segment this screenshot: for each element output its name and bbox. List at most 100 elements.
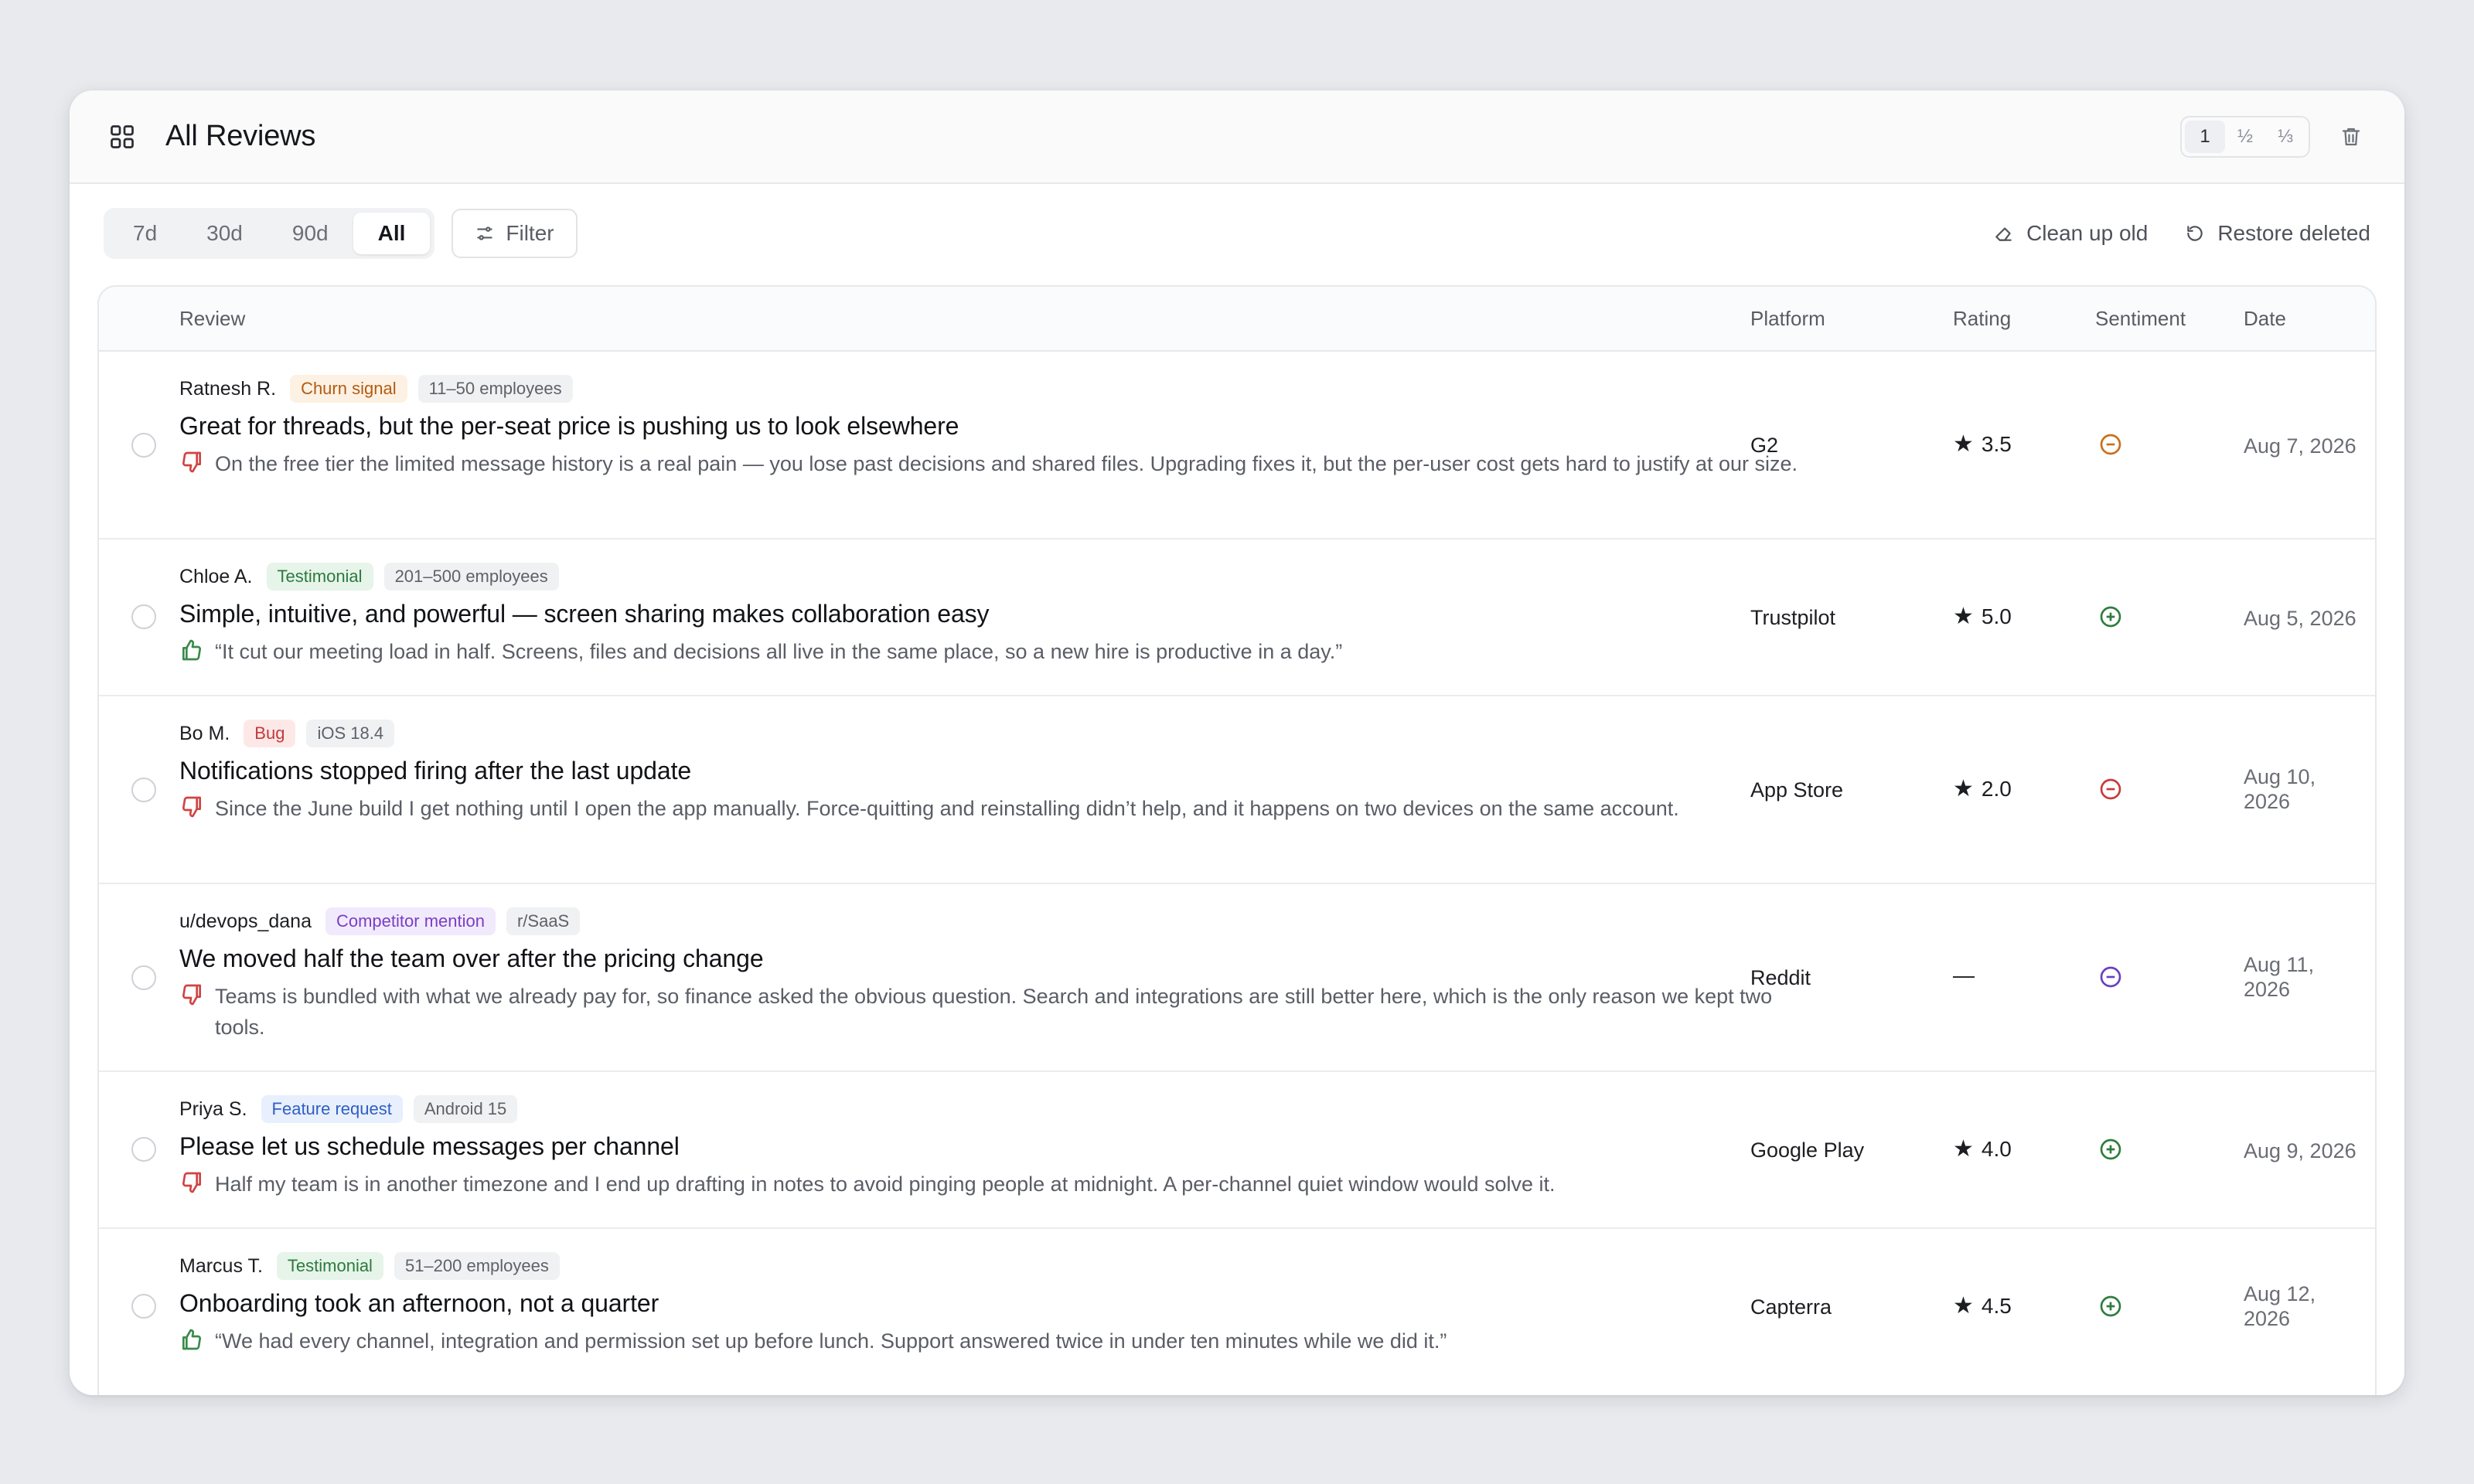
date-cell: Aug 7, 2026	[2244, 434, 2356, 458]
eraser-icon	[1995, 227, 2012, 241]
review-tag-badge: Churn signal	[290, 375, 407, 403]
row-select-checkbox[interactable]	[131, 1137, 156, 1162]
platform-cell: App Store	[1750, 778, 1844, 802]
restore-deleted-button[interactable]: Restore deleted	[2185, 221, 2370, 246]
column-header-date[interactable]: Date	[2244, 307, 2286, 331]
trash-icon	[2342, 128, 2360, 145]
thumbs-down-icon	[182, 1172, 201, 1193]
review-tag-badge: Competitor mention	[325, 907, 496, 935]
review-author: Chloe A.	[179, 565, 253, 587]
date-cell: Aug 12, 2026	[2244, 1282, 2316, 1330]
clean-up-old-button[interactable]: Clean up old	[1994, 221, 2148, 246]
filter-label: Filter	[506, 221, 554, 245]
table-row[interactable]: Ratnesh R. Churn signal 11–50 employees …	[99, 352, 2375, 539]
delete-panel-button[interactable]	[2332, 117, 2370, 156]
clean-up-old-label: Clean up old	[2026, 221, 2149, 245]
sentiment-positive-icon	[2100, 1295, 2121, 1317]
rating-cell: ★ 5.0	[1953, 603, 2012, 630]
platform-cell: Google Play	[1750, 1139, 1865, 1162]
rating-cell: ★ 2.0	[1953, 775, 2012, 802]
date-range-toggle: 7d 30d 90d All	[104, 208, 435, 259]
star-icon: ★	[1953, 1293, 1974, 1319]
review-author: Marcus T.	[179, 1254, 263, 1277]
star-icon: ★	[1953, 431, 1974, 457]
range-90d-button[interactable]: 90d	[268, 213, 353, 254]
review-body: Half my team is in another timezone and …	[215, 1173, 1556, 1196]
column-header-rating[interactable]: Rating	[1953, 307, 2011, 331]
review-body: On the free tier the limited message his…	[215, 452, 1798, 475]
star-icon: ★	[1953, 604, 1974, 629]
undo-icon	[2187, 226, 2203, 241]
restore-deleted-label: Restore deleted	[2217, 221, 2370, 245]
thumbs-up-icon	[182, 639, 201, 661]
review-cell: Bo M. Bug iOS 18.4 Notifications stopped…	[179, 720, 1811, 824]
rating-cell: ★ 4.0	[1953, 1135, 2012, 1162]
review-author: u/devops_dana	[179, 910, 312, 932]
rating-value: 2.0	[1981, 776, 2012, 801]
review-tag-badge: Bug	[244, 720, 296, 747]
review-body: “It cut our meeting load in half. Screen…	[215, 640, 1343, 663]
page-title: All Reviews	[165, 120, 316, 152]
row-select-checkbox[interactable]	[131, 604, 156, 629]
column-header-platform[interactable]: Platform	[1750, 307, 1825, 331]
thumbs-down-icon	[182, 984, 201, 1006]
filter-button[interactable]: Filter	[452, 209, 578, 258]
sentiment-cell	[2098, 604, 2123, 635]
review-body: Teams is bundled with what we already pa…	[215, 985, 1773, 1039]
sentiment-negative-icon	[2100, 966, 2121, 988]
table-row[interactable]: Marcus T. Testimonial 51–200 employees O…	[99, 1229, 2375, 1391]
table-row[interactable]: Bo M. Bug iOS 18.4 Notifications stopped…	[99, 696, 2375, 884]
platform-cell: Trustpilot	[1750, 606, 1836, 629]
size-full-button[interactable]: 1	[2185, 120, 2225, 153]
sentiment-positive-icon	[2100, 606, 2121, 628]
table-row[interactable]: Chloe A. Testimonial 201–500 employees S…	[99, 539, 2375, 696]
review-cell: Priya S. Feature request Android 15 Plea…	[179, 1095, 1811, 1200]
review-body: Since the June build I get nothing until…	[215, 797, 1679, 820]
review-meta-badge: 11–50 employees	[417, 375, 573, 403]
review-tag-badge: Feature request	[261, 1095, 403, 1123]
table-header: Review Platform Rating Sentiment Date	[99, 287, 2375, 352]
size-half-button[interactable]: ½	[2225, 121, 2265, 153]
sliders-icon	[477, 226, 493, 240]
column-header-review[interactable]: Review	[179, 307, 245, 331]
sentiment-cell	[2098, 965, 2123, 995]
star-icon: ★	[1953, 1136, 1974, 1162]
size-third-button[interactable]: ⅓	[2265, 121, 2305, 153]
sentiment-cell	[2098, 1137, 2123, 1167]
thumbs-down-icon	[182, 796, 201, 818]
sentiment-cell	[2098, 777, 2123, 807]
panel-header: All Reviews 1 ½ ⅓	[70, 90, 2404, 184]
row-select-checkbox[interactable]	[131, 1294, 156, 1319]
reviews-table: Review Platform Rating Sentiment Date Ra…	[97, 285, 2377, 1395]
range-30d-button[interactable]: 30d	[182, 213, 268, 254]
reviews-panel: All Reviews 1 ½ ⅓ 7d 30d 90d All Filter …	[70, 90, 2404, 1395]
panel-size-toggle: 1 ½ ⅓	[2180, 115, 2310, 158]
grid-icon	[104, 118, 141, 155]
range-7d-button[interactable]: 7d	[108, 213, 182, 254]
review-cell: Chloe A. Testimonial 201–500 employees S…	[179, 563, 1811, 667]
sentiment-cell	[2098, 432, 2123, 462]
platform-cell: G2	[1750, 434, 1779, 457]
platform-cell: Reddit	[1750, 966, 1811, 989]
review-author: Bo M.	[179, 722, 230, 744]
table-row[interactable]: u/devops_dana Competitor mention r/SaaS …	[99, 884, 2375, 1072]
column-header-sentiment[interactable]: Sentiment	[2095, 307, 2186, 331]
range-all-button[interactable]: All	[353, 213, 431, 254]
thumbs-up-icon	[182, 1329, 201, 1350]
review-title: Great for threads, but the per-seat pric…	[179, 412, 959, 440]
sentiment-negative-icon	[2100, 434, 2121, 455]
review-tag-badge: Testimonial	[276, 1252, 383, 1280]
review-body: “We had every channel, integration and p…	[215, 1329, 1447, 1353]
review-meta-badge: r/SaaS	[506, 907, 581, 935]
review-title: We moved half the team over after the pr…	[179, 945, 764, 972]
rating-value: 3.5	[1981, 431, 2012, 456]
review-cell: Ratnesh R. Churn signal 11–50 employees …	[179, 375, 1811, 479]
row-select-checkbox[interactable]	[131, 965, 156, 990]
review-title: Notifications stopped firing after the l…	[179, 757, 692, 785]
rating-cell: —	[1953, 963, 1975, 988]
row-select-checkbox[interactable]	[131, 778, 156, 802]
row-select-checkbox[interactable]	[131, 433, 156, 458]
review-meta-badge: 51–200 employees	[394, 1252, 560, 1280]
rating-cell: ★ 4.5	[1953, 1292, 2012, 1319]
table-row[interactable]: Priya S. Feature request Android 15 Plea…	[99, 1072, 2375, 1229]
